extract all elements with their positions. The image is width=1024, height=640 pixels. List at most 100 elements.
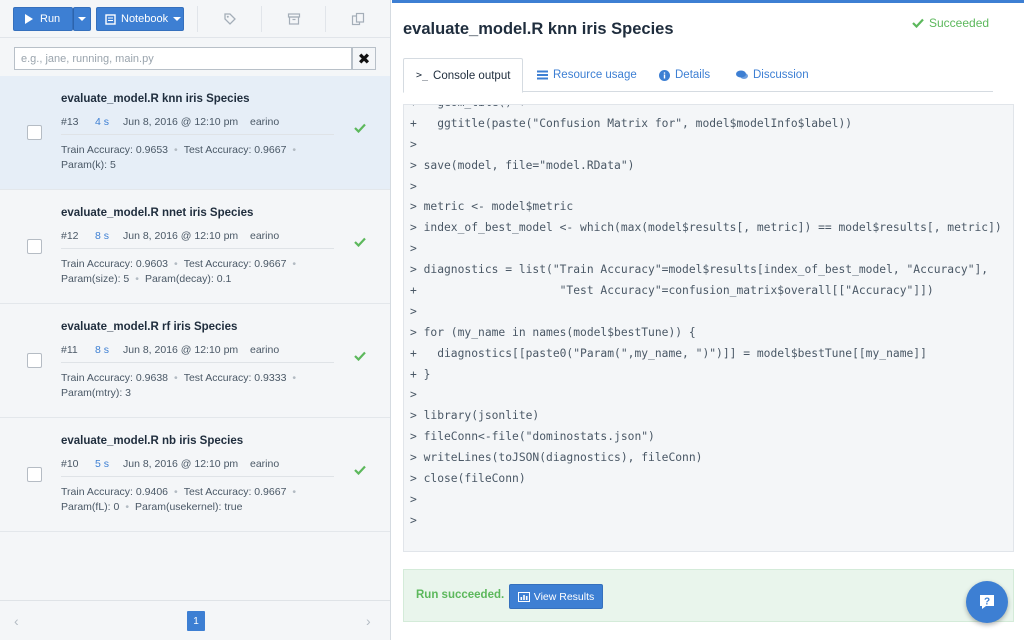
run-title[interactable]: evaluate_model.R nnet iris Species [61,207,253,219]
help-button[interactable]: ? [966,581,1008,623]
tab-details[interactable]: Details [659,58,710,92]
notebook-icon [105,13,116,25]
run-select-checkbox[interactable] [27,239,42,254]
console-line: > [410,513,417,527]
run-stat: Param(k): 5 [61,159,116,171]
tab-discussion[interactable]: Discussion [736,58,809,92]
console-line: > [410,304,417,318]
run-stat: Param(size): 5 [61,273,130,285]
run-list-item[interactable]: evaluate_model.R nb iris Species #10 5 s… [0,418,390,532]
play-icon [25,14,33,24]
accent-bar [392,0,1024,3]
separator-dot: • [135,273,139,285]
run-select-checkbox[interactable] [27,125,42,140]
run-stat: Train Accuracy: 0.9638 [61,372,168,384]
run-meta: #12 8 s Jun 8, 2016 @ 12:10 pm earino [61,230,279,242]
success-check-icon [354,465,366,475]
run-stat: Test Accuracy: 0.9333 [183,372,287,384]
notebook-button-label: Notebook [121,13,169,25]
run-title[interactable]: evaluate_model.R nb iris Species [61,435,243,447]
run-stat: Test Accuracy: 0.9667 [183,258,287,270]
compare-icon [351,12,364,26]
success-check-icon [354,237,366,247]
separator-dot: • [174,144,178,156]
success-message: Run succeeded. [416,589,505,601]
pagination: ‹ 1 › [0,600,390,640]
success-check-icon [354,351,366,361]
console-line: > save(model, file="model.RData") [410,158,635,172]
run-duration[interactable]: 8 s [95,344,123,356]
tab-label: Resource usage [553,69,637,81]
run-stat: Train Accuracy: 0.9603 [61,258,168,270]
svg-text:?: ? [984,596,990,607]
run-date: Jun 8, 2016 @ 12:10 pm [123,230,239,242]
console-line: > for (my_name in names(model$bestTune))… [410,325,696,339]
archive-button[interactable] [261,6,325,32]
run-diagnostics: Train Accuracy: 0.9406 • Test Accuracy: 0.… [61,485,321,515]
tab-label: Discussion [753,69,809,81]
run-list-item[interactable]: evaluate_model.R nnet iris Species #12 8… [0,190,390,304]
run-stat: Test Accuracy: 0.9667 [183,486,287,498]
run-user: earino [250,344,280,356]
run-number: #13 [61,116,79,128]
run-list-item[interactable]: evaluate_model.R knn iris Species #13 4 … [0,76,390,190]
run-list-item[interactable]: evaluate_model.R rf iris Species #11 8 s… [0,304,390,418]
console-line: > [410,179,417,193]
console-line: > fileConn<-file("dominostats.json") [410,430,655,444]
run-duration[interactable]: 4 s [95,116,123,128]
bar-chart-icon [517,591,530,602]
separator-dot: • [125,501,130,513]
list-icon [537,70,548,80]
tab-console-output[interactable]: >_ Console output [403,58,524,93]
page-button-current[interactable]: 1 [187,611,205,631]
comments-icon [736,70,748,79]
run-title[interactable]: evaluate_model.R knn iris Species [61,93,250,105]
run-button-label: Run [40,13,61,25]
next-page-button[interactable]: › [366,613,371,629]
tab-label: Console output [433,69,511,82]
console-line: > writeLines(toJSON(diagnostics), fileCo… [410,451,703,465]
info-icon [659,69,670,81]
run-button[interactable]: Run [13,7,73,31]
chevron-down-icon [173,17,182,21]
console-line: + diagnostics[[paste0("Param(",my_name, … [410,346,927,360]
tag-button[interactable] [197,6,261,32]
console-line: > [410,492,417,506]
search-input[interactable] [14,47,352,70]
separator-dot: • [292,372,297,384]
clear-search-button[interactable]: ✖ [352,47,376,70]
run-number: #12 [61,230,79,242]
help-icon: ? [980,595,994,609]
run-date: Jun 8, 2016 @ 12:10 pm [123,344,239,356]
console-line: + "Test Accuracy"=confusion_matrix$overa… [410,284,934,298]
run-title[interactable]: evaluate_model.R rf iris Species [61,321,237,333]
separator-dot: • [174,486,178,498]
run-search: ✖ [14,47,376,70]
tab-resource-usage[interactable]: Resource usage [537,58,637,92]
tab-label: Details [675,69,711,81]
run-stat: Param(fL): 0 [61,501,120,513]
run-detail-panel: evaluate_model.R knn iris Species Succee… [392,0,1024,640]
run-date: Jun 8, 2016 @ 12:10 pm [123,116,239,128]
run-select-checkbox[interactable] [27,467,42,482]
runs-sidebar: Run Notebook ✖ evaluate_model.R knn iris… [0,0,391,640]
view-results-button[interactable]: View Results [509,584,603,609]
console-line: + ggtitle(paste("Confusion Matrix for", … [410,116,853,130]
run-list: evaluate_model.R knn iris Species #13 4 … [0,76,390,532]
divider [61,134,334,135]
terminal-icon: >_ [416,70,429,81]
run-duration[interactable]: 5 s [95,458,123,470]
compare-button[interactable] [325,6,389,32]
checkmark-icon [912,18,924,28]
success-check-icon [354,123,366,133]
run-select-checkbox[interactable] [27,353,42,368]
runs-toolbar: Run Notebook [0,0,390,38]
run-user: earino [250,116,280,128]
separator-dot: • [174,372,178,384]
previous-page-button[interactable]: ‹ [14,613,19,629]
run-options-dropdown[interactable] [73,7,91,31]
run-duration[interactable]: 8 s [95,230,123,242]
notebook-button[interactable]: Notebook [96,7,184,31]
console-output[interactable]: + geom_tile() + + ggtitle(paste("Confusio… [403,104,1014,552]
archive-icon [287,13,300,25]
